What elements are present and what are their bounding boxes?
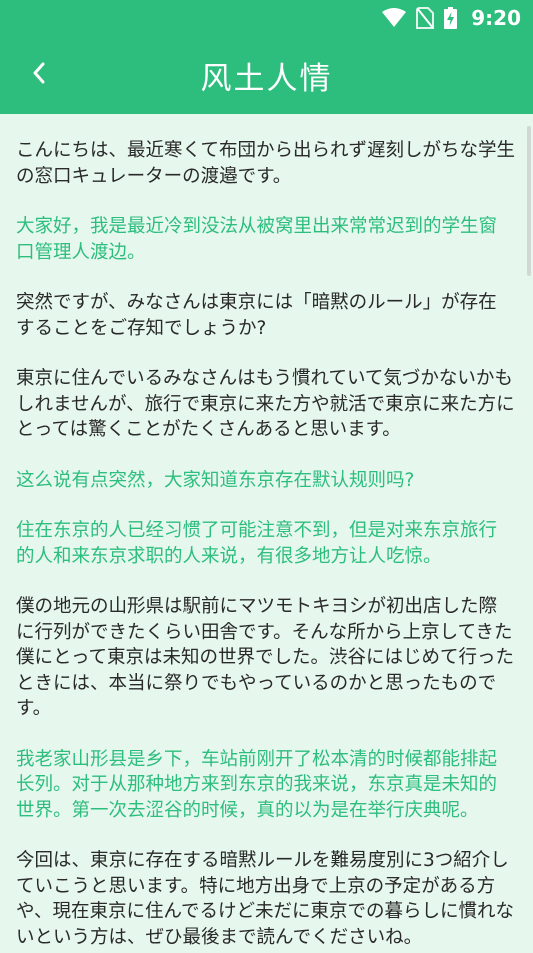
paragraph-cn: 大家好，我是最近冷到没法从被窝里出来常常迟到的学生窗口管理人渡边。: [16, 216, 498, 263]
no-sim-icon: [416, 7, 435, 29]
paragraph-jp: 東京に住んでいるみなさんはもう慣れていて気づかないかもしれませんが、旅行で東京に…: [16, 368, 515, 440]
status-time: 9:20: [471, 6, 521, 30]
app-bar: 风土人情: [0, 36, 533, 114]
paragraph-cn: 这么说有点突然，大家知道东京存在默认规则吗?: [16, 469, 415, 491]
paragraph-jp: 突然ですが、みなさんは東京には「暗黙のルール」が存在することをご存知でしょうか?: [16, 292, 497, 339]
paragraph-jp: 今回は、東京に存在する暗黙ルールを難易度別に3つ紹介していこうと思います。特に地…: [16, 850, 515, 948]
paragraph-cn: 我老家山形县是乡下，车站前刚开了松本清的时候都能排起长列。对于从那种地方来到东京…: [16, 748, 498, 821]
scrollbar[interactable]: [527, 126, 531, 276]
status-bar: 9:20: [0, 0, 533, 36]
battery-charging-icon: [444, 7, 458, 29]
paragraph-jp: こんにちは、最近寒くて布団から出られず遅刻しがちな学生の窓口キュレーターの渡邉で…: [16, 140, 515, 187]
paragraph-cn: 住在东京的人已经习惯了可能注意不到，但是对来东京旅行的人和来东京求职的人来说，有…: [16, 520, 498, 567]
wifi-icon: [382, 8, 407, 28]
status-icons: 9:20: [382, 0, 521, 36]
page-title: 风土人情: [200, 60, 333, 97]
paragraph-jp: 僕の地元の山形県は駅前にマツモトキヨシが初出店した際に行列ができたくらい田舎です…: [16, 596, 515, 719]
article-content[interactable]: こんにちは、最近寒くて布団から出られず遅刻しがちな学生の窓口キュレーターの渡邉で…: [0, 114, 533, 953]
